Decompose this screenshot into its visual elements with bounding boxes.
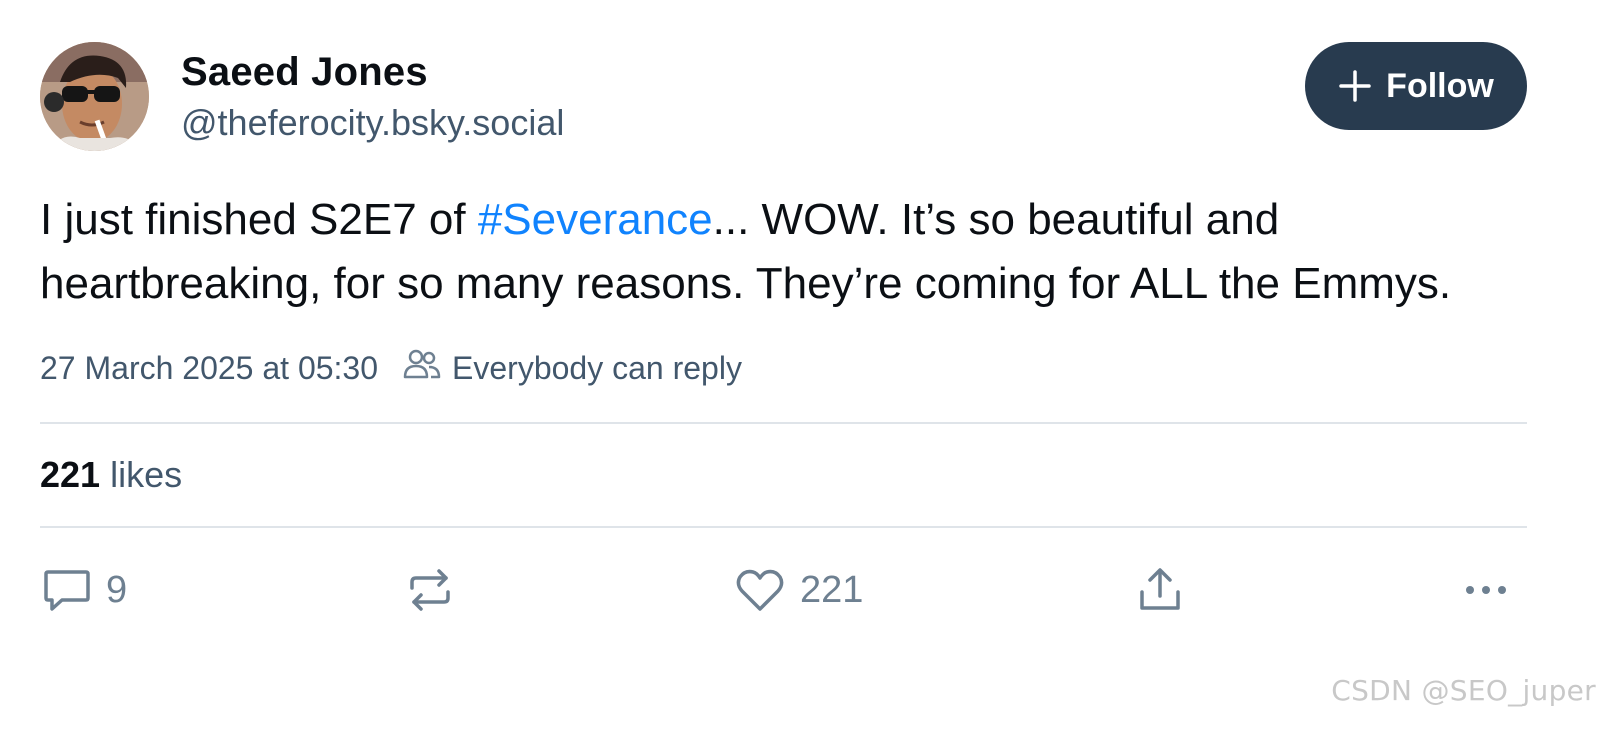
avatar[interactable] bbox=[40, 42, 149, 151]
more-options-button[interactable] bbox=[1462, 566, 1510, 614]
post-meta: 27 March 2025 at 05:30 Everybody can rep… bbox=[40, 346, 1527, 390]
reply-count: 9 bbox=[106, 568, 128, 611]
repost-button[interactable] bbox=[406, 566, 454, 614]
follow-button-label: Follow bbox=[1386, 66, 1494, 105]
post-header: Saeed Jones @theferocity.bsky.social Fol… bbox=[40, 40, 1527, 158]
post-text: I just finished S2E7 of #Severance... WO… bbox=[40, 188, 1520, 316]
share-icon bbox=[1136, 566, 1184, 614]
likes-label: likes bbox=[110, 454, 183, 495]
heart-icon bbox=[734, 566, 786, 614]
reply-button[interactable]: 9 bbox=[42, 566, 127, 614]
people-icon bbox=[402, 347, 442, 389]
reply-setting[interactable]: Everybody can reply bbox=[402, 347, 742, 389]
plus-icon bbox=[1338, 69, 1372, 103]
author-handle[interactable]: @theferocity.bsky.social bbox=[181, 98, 564, 148]
hashtag-link[interactable]: #Severance bbox=[478, 195, 713, 244]
post-card: Saeed Jones @theferocity.bsky.social Fol… bbox=[40, 40, 1527, 658]
author-display-name[interactable]: Saeed Jones bbox=[181, 48, 564, 96]
likes-count: 221 bbox=[40, 454, 101, 495]
post-actions: 9 221 bbox=[40, 528, 1527, 658]
likes-summary[interactable]: 221 likes bbox=[40, 424, 1527, 526]
follow-button[interactable]: Follow bbox=[1305, 42, 1527, 130]
more-icon bbox=[1462, 566, 1510, 614]
watermark: CSDN @SEO_juper bbox=[1331, 674, 1596, 707]
post-timestamp[interactable]: 27 March 2025 at 05:30 bbox=[40, 350, 378, 387]
reply-setting-label: Everybody can reply bbox=[452, 349, 742, 386]
like-button[interactable]: 221 bbox=[734, 566, 863, 614]
comment-icon bbox=[42, 566, 92, 614]
like-count: 221 bbox=[800, 568, 864, 611]
post-text-before: I just finished S2E7 of bbox=[40, 195, 478, 244]
author-names: Saeed Jones @theferocity.bsky.social bbox=[181, 48, 564, 148]
share-button[interactable] bbox=[1136, 566, 1184, 614]
repost-icon bbox=[406, 566, 454, 614]
user-avatar-icon bbox=[40, 42, 149, 151]
